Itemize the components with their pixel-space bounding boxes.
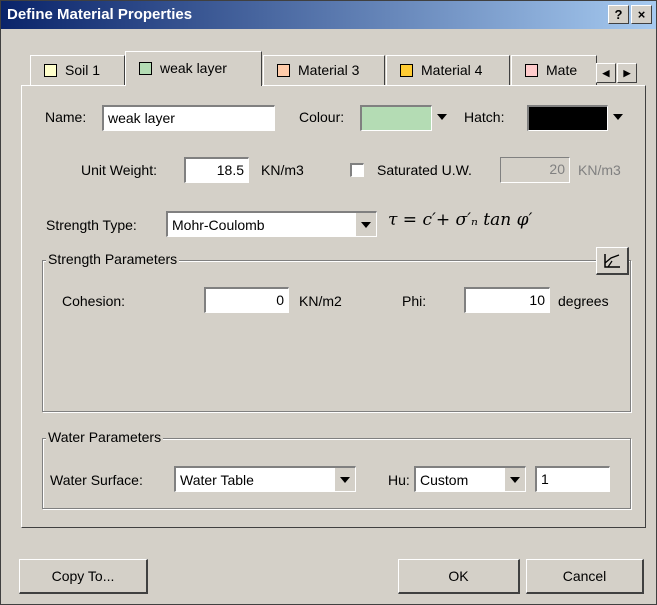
- saturated-uw-unit: KN/m3: [578, 162, 621, 178]
- dialog-window: Define Material Properties ? × Soil 1 we…: [0, 0, 657, 605]
- unit-weight-input[interactable]: 18.5: [184, 157, 249, 183]
- tab-soil-1[interactable]: Soil 1: [30, 55, 125, 85]
- name-label: Name:: [45, 109, 87, 125]
- hatch-label: Hatch:: [464, 109, 505, 125]
- colour-dropdown[interactable]: [360, 105, 452, 131]
- title-bar[interactable]: Define Material Properties ? ×: [1, 1, 656, 29]
- tab-color-swatch: [400, 64, 413, 77]
- strength-parameters-group: [42, 260, 631, 412]
- hatch-dropdown[interactable]: [527, 105, 628, 131]
- tab-label: weak layer: [160, 60, 227, 76]
- strength-parameters-title: Strength Parameters: [46, 251, 180, 267]
- copy-to-button[interactable]: Copy To...: [19, 559, 148, 594]
- ok-button[interactable]: OK: [398, 559, 520, 594]
- cohesion-input[interactable]: 0: [204, 287, 289, 313]
- saturated-uw-input[interactable]: 20: [500, 157, 570, 183]
- chevron-down-icon[interactable]: [432, 105, 452, 131]
- phi-unit: degrees: [558, 293, 609, 309]
- dialog-title: Define Material Properties: [7, 6, 193, 23]
- tab-label: Soil 1: [65, 62, 101, 78]
- strength-type-label: Strength Type:: [46, 217, 137, 233]
- chevron-down-icon[interactable]: [505, 468, 525, 491]
- cohesion-unit: KN/m2: [299, 293, 342, 309]
- chevron-down-icon[interactable]: [335, 468, 355, 491]
- hu-dropdown[interactable]: Custom: [414, 466, 526, 492]
- tab-label: Material 3: [298, 62, 360, 78]
- unit-weight-label: Unit Weight:: [81, 162, 157, 178]
- hu-input[interactable]: 1: [535, 466, 610, 492]
- tab-scroll-left-icon[interactable]: ◀: [596, 63, 616, 83]
- phi-input[interactable]: 10: [464, 287, 550, 313]
- colour-swatch: [360, 105, 432, 131]
- tab-label: Mate: [546, 62, 578, 78]
- water-surface-label: Water Surface:: [50, 472, 143, 488]
- cancel-button[interactable]: Cancel: [526, 559, 644, 594]
- hatch-swatch: [527, 105, 608, 131]
- close-button[interactable]: ×: [631, 5, 652, 24]
- tab-scroll-right-icon[interactable]: ▶: [617, 63, 637, 83]
- tab-label: Material 4: [421, 62, 483, 78]
- water-surface-value: Water Table: [180, 472, 254, 488]
- unit-weight-unit: KN/m3: [261, 162, 304, 178]
- help-button[interactable]: ?: [608, 5, 629, 24]
- strength-type-dropdown[interactable]: Mohr-Coulomb: [166, 211, 377, 237]
- hu-label: Hu:: [388, 472, 410, 488]
- colour-label: Colour:: [299, 109, 345, 125]
- strength-type-value: Mohr-Coulomb: [172, 217, 265, 233]
- saturated-checkbox[interactable]: [350, 163, 364, 177]
- tab-material-5[interactable]: Mate: [511, 55, 597, 85]
- tab-color-swatch: [277, 64, 290, 77]
- tab-material-4[interactable]: Material 4: [386, 55, 510, 85]
- tab-color-swatch: [44, 64, 57, 77]
- name-input[interactable]: weak layer: [102, 105, 275, 131]
- tab-color-swatch: [139, 62, 152, 75]
- tab-color-swatch: [525, 64, 538, 77]
- water-parameters-title: Water Parameters: [46, 429, 164, 445]
- tab-weak-layer[interactable]: weak layer: [125, 51, 262, 86]
- saturated-label: Saturated U.W.: [377, 162, 472, 178]
- water-surface-dropdown[interactable]: Water Table: [174, 466, 356, 492]
- phi-label: Phi:: [402, 293, 427, 309]
- tab-panel: Name: weak layer Colour: Hatch: Unit Wei…: [21, 85, 646, 528]
- cohesion-label: Cohesion:: [62, 293, 126, 309]
- tab-material-3[interactable]: Material 3: [263, 55, 385, 85]
- chevron-down-icon[interactable]: [608, 105, 628, 131]
- strength-formula: τ = c′+ σ′ₙ tan φ′: [388, 210, 533, 230]
- hu-value: Custom: [420, 472, 469, 488]
- chart-icon[interactable]: [596, 247, 629, 275]
- chevron-down-icon[interactable]: [356, 213, 376, 236]
